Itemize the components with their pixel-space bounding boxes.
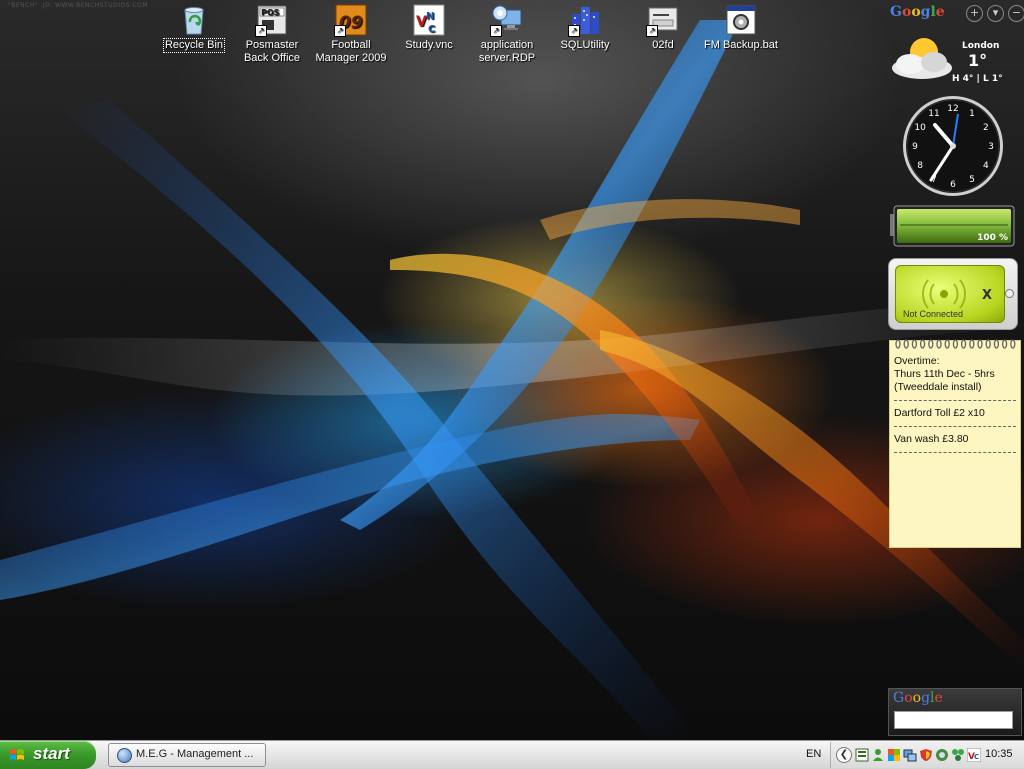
search-google-logo: Google <box>893 690 943 706</box>
battery-percent: 100 % <box>977 233 1008 243</box>
football-manager-icon: 09 ↗ <box>334 4 367 37</box>
pos-icon: POS ↗ <box>255 4 288 37</box>
clock-numeral: 10 <box>914 123 926 133</box>
note-line: Van wash £3.80 <box>894 433 969 445</box>
recycle-bin-icon <box>178 4 210 36</box>
disconnected-x-icon: X <box>981 288 992 303</box>
pinwheel-icon[interactable] <box>951 748 965 762</box>
desktop-icon-label: Recycle Bin <box>162 38 226 53</box>
security-shield-icon[interactable] <box>919 748 933 762</box>
weather-gadget[interactable]: London 1° H 4° | L 1° <box>888 30 1024 90</box>
notepad-spiral-icon <box>895 339 1016 349</box>
desktop-icon-label: Study.vnc <box>405 39 453 51</box>
clock-numeral: 1 <box>969 109 975 119</box>
desktop-icon-label: 02fd <box>652 39 674 51</box>
windows-logo-icon <box>10 749 24 760</box>
taskbar-item-label: M.E.G - Management ... <box>136 748 254 760</box>
clock-numeral: 5 <box>969 175 975 185</box>
taskbar-item-meg[interactable]: M.E.G - Management ... <box>108 743 266 767</box>
browser-globe-icon <box>117 748 132 763</box>
windows-flag-icon[interactable] <box>887 748 901 762</box>
sql-utility-icon: ↗ <box>568 4 601 37</box>
browser-icon[interactable] <box>935 748 949 762</box>
desktop-icon-label: SQLUtility <box>560 39 610 51</box>
vnc-tray-icon[interactable]: VC <box>966 747 982 763</box>
system-tray: ❮ VC 10:35 <box>830 742 1024 768</box>
note-separator <box>894 426 1016 427</box>
clock-numeral: 3 <box>988 142 994 152</box>
desktop-icon-label: FM Backup.bat <box>704 39 778 51</box>
shortcut-arrow-icon: ↗ <box>490 25 502 37</box>
sidebar-menu-button[interactable]: ▾ <box>987 5 1004 22</box>
note-line: Overtime: <box>894 355 940 367</box>
clock-numeral: 11 <box>928 109 939 119</box>
wallpaper-credit: "BENCH" .JD. WWW.BENCHSTUDIOS.COM <box>8 2 149 9</box>
note-line: (Tweeddale install) <box>894 381 982 393</box>
desktop-icon-label: Posmaster Back Office <box>243 39 301 64</box>
svg-text:C: C <box>974 753 979 761</box>
sidebar-header: Google + ▾ − <box>888 2 1024 24</box>
desktop-icon-application-server[interactable]: ↗ application server.RDP <box>467 4 547 65</box>
clock-numeral: 4 <box>983 161 989 171</box>
wifi-toggle-button[interactable] <box>1005 289 1014 298</box>
start-button[interactable]: start <box>0 741 96 769</box>
taskbar-clock[interactable]: 10:35 <box>985 748 1013 760</box>
sidebar-google-logo: Google <box>890 4 945 20</box>
desktop-icon-fm-backup[interactable]: FM Backup.bat <box>701 4 781 52</box>
cloud-sun-icon <box>892 38 952 79</box>
batch-file-icon <box>725 4 757 36</box>
language-indicator[interactable]: EN <box>806 748 821 760</box>
messenger-icon[interactable] <box>871 748 885 762</box>
scratch-pad-text[interactable]: Overtime: Thurs 11th Dec - 5hrs (Tweedda… <box>894 355 1016 459</box>
desktop[interactable]: "BENCH" .JD. WWW.BENCHSTUDIOS.COM Recycl… <box>0 0 1024 740</box>
analog-clock-gadget[interactable]: 121234567891011 <box>901 94 1005 198</box>
weather-city: London <box>962 41 1000 51</box>
clock-numeral: 8 <box>917 161 923 171</box>
network-icon[interactable] <box>903 748 917 762</box>
remote-desktop-icon: ↗ <box>490 4 523 37</box>
vnc-icon: VNC <box>413 4 445 36</box>
desktop-icon-study-vnc[interactable]: VNC Study.vnc <box>389 4 469 52</box>
shortcut-arrow-icon: ↗ <box>646 25 658 37</box>
wifi-status-text: Not Connected <box>903 309 964 319</box>
taskbar: start M.E.G - Management ... EN ❮ VC 10:… <box>0 740 1024 769</box>
note-separator <box>894 452 1016 453</box>
drive-icon: ↗ <box>646 4 679 37</box>
desktop-icon-02fd[interactable]: ↗ 02fd <box>623 4 703 52</box>
svg-text:C: C <box>428 24 435 35</box>
add-gadget-button[interactable]: + <box>966 5 983 22</box>
battery-gadget[interactable]: 100 % <box>888 204 1016 248</box>
svg-text:POS: POS <box>261 8 280 17</box>
desktop-icon-label: application server.RDP <box>478 39 536 64</box>
start-label: start <box>33 744 70 763</box>
note-line: Dartford Toll £2 x10 <box>894 407 985 419</box>
desktop-icon-sqlutility[interactable]: ↗ SQLUtility <box>545 4 625 52</box>
clock-numeral: 9 <box>912 142 918 152</box>
google-search-input[interactable] <box>894 711 1013 729</box>
desktop-icon-label: Football Manager 2009 <box>315 39 387 64</box>
google-search-gadget: Google <box>888 688 1022 736</box>
weather-temperature: 1° <box>968 51 988 70</box>
clock-numeral: 12 <box>947 104 958 114</box>
weather-high-low: H 4° | L 1° <box>952 74 1003 84</box>
note-line: Thurs 11th Dec - 5hrs <box>894 368 995 380</box>
shortcut-arrow-icon: ↗ <box>568 25 580 37</box>
shortcut-arrow-icon: ↗ <box>334 25 346 37</box>
desktop-icon-posmaster[interactable]: POS ↗ Posmaster Back Office <box>232 4 312 65</box>
note-separator <box>894 400 1016 401</box>
desktop-icon-recycle-bin[interactable]: Recycle Bin <box>154 4 234 53</box>
minimize-sidebar-button[interactable]: − <box>1008 5 1024 22</box>
scratch-pad-gadget[interactable]: Overtime: Thurs 11th Dec - 5hrs (Tweedda… <box>889 339 1021 548</box>
clock-numeral: 6 <box>950 180 956 190</box>
show-hidden-icons-button[interactable]: ❮ <box>836 747 852 763</box>
shortcut-arrow-icon: ↗ <box>255 25 267 37</box>
sidebar-tray-icon[interactable] <box>855 748 869 762</box>
svg-text:N: N <box>426 11 434 22</box>
wallpaper-swooshes <box>0 20 1024 740</box>
wireless-gadget[interactable]: X Not Connected <box>888 258 1018 330</box>
wireless-panel: X Not Connected <box>895 265 1005 323</box>
desktop-icon-football-manager[interactable]: 09 ↗ Football Manager 2009 <box>311 4 391 65</box>
clock-numeral: 2 <box>983 123 989 133</box>
